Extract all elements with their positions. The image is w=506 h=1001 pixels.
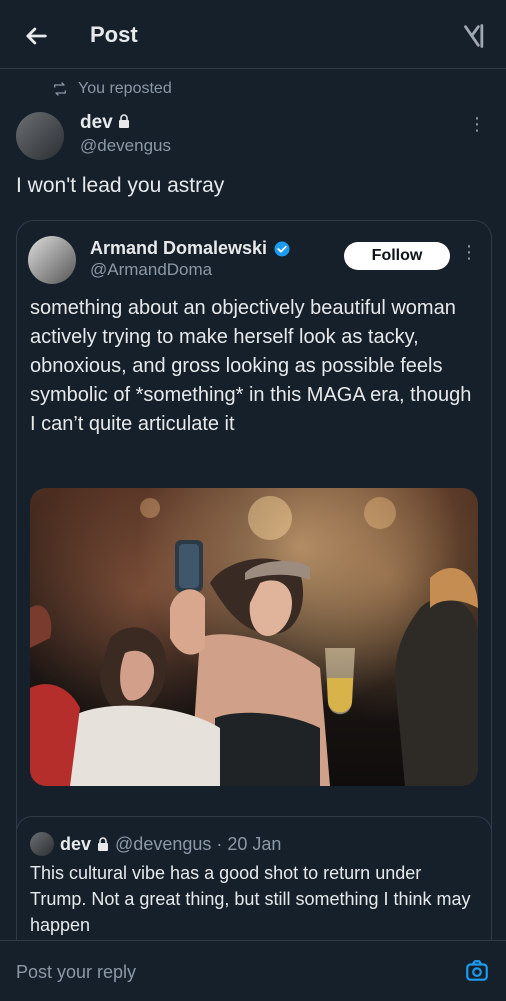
avatar[interactable] [16,112,64,160]
verified-badge-icon [274,241,290,256]
follow-button[interactable]: Follow [344,242,450,270]
nested-post-header: dev @devengus · 20 Jan [30,832,281,856]
nested-avatar[interactable] [30,832,54,856]
quoted-author-name[interactable]: Armand Domalewski [90,238,291,259]
repost-indicator: You reposted [52,80,172,98]
quoted-post-text: something about an objectively beautiful… [30,297,472,435]
grok-icon[interactable] [462,22,490,50]
repost-text: You reposted [78,80,172,97]
quoted-avatar[interactable] [28,236,76,284]
top-bar: Post [0,0,506,69]
repost-icon [54,82,66,96]
more-options-icon[interactable]: ⋮ [468,115,486,133]
back-arrow-icon[interactable] [22,22,50,50]
post-photo[interactable] [30,488,478,786]
post-text: I won't lead you astray [16,174,225,197]
lock-icon [119,114,130,128]
nested-post-text: This cultural vibe has a good shot to re… [30,863,471,935]
reply-input[interactable]: Post your reply [16,962,136,983]
lock-icon [98,837,109,851]
page-title: Post [90,22,138,47]
more-options-icon[interactable]: ⋮ [460,243,478,261]
author-name[interactable]: dev [80,112,130,134]
author-handle[interactable]: @devengus [80,136,171,156]
camera-icon[interactable] [464,958,490,984]
nested-author-name[interactable]: dev [60,834,91,855]
nested-meta: @devengus · 20 Jan [115,833,282,854]
photo-illustration [30,496,478,786]
quoted-author-handle[interactable]: @ArmandDoma [90,260,212,280]
